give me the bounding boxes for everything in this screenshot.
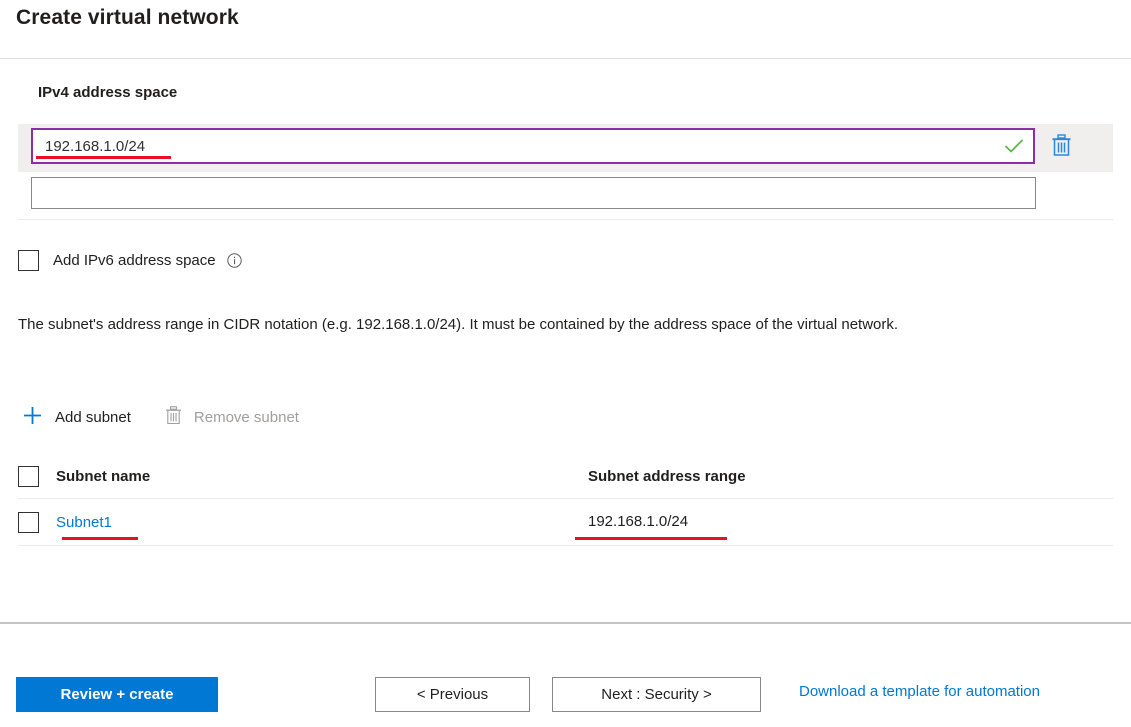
- column-subnet-name: Subnet name: [18, 466, 588, 487]
- annotation-underline-subnet-range: [575, 537, 727, 540]
- ipv4-address-space-label: IPv4 address space: [38, 84, 178, 101]
- page-title: Create virtual network: [16, 6, 239, 29]
- table-row[interactable]: Subnet1 192.168.1.0/24: [18, 499, 1113, 546]
- column-header-subnet-address-range: Subnet address range: [588, 467, 746, 485]
- row-subnet-range-cell: 192.168.1.0/24: [588, 513, 1113, 531]
- column-header-subnet-name: Subnet name: [56, 468, 151, 485]
- subnet-command-bar: Add subnet Remove subnet: [22, 405, 299, 430]
- delete-address-space-button[interactable]: [1046, 132, 1076, 162]
- row-select-checkbox[interactable]: [18, 511, 39, 533]
- subnet-table: Subnet name Subnet address range Subnet1…: [18, 455, 1113, 546]
- column-subnet-address-range: Subnet address range: [588, 468, 1113, 486]
- subnet-name-link[interactable]: Subnet1: [56, 514, 112, 531]
- remove-subnet-label: Remove subnet: [193, 409, 299, 426]
- add-ipv6-address-space-row[interactable]: Add IPv6 address space: [18, 250, 242, 271]
- add-subnet-button[interactable]: Add subnet: [22, 405, 131, 430]
- trash-icon: [1051, 134, 1072, 160]
- download-template-link[interactable]: Download a template for automation: [799, 683, 1040, 700]
- review-create-button[interactable]: Review + create: [16, 677, 218, 712]
- address-space-divider: [18, 219, 1113, 220]
- footer-divider: [0, 622, 1131, 624]
- next-security-button[interactable]: Next : Security >: [552, 677, 761, 712]
- add-ipv6-label: Add IPv6 address space: [53, 252, 216, 269]
- subnet-description-text: The subnet's address range in CIDR notat…: [18, 316, 899, 333]
- address-space-input[interactable]: [33, 130, 1001, 162]
- check-icon: [1001, 130, 1027, 162]
- subnet-table-header: Subnet name Subnet address range: [18, 455, 1113, 499]
- annotation-underline-subnet-name: [62, 537, 138, 540]
- address-space-input-container[interactable]: [31, 128, 1035, 164]
- previous-button[interactable]: < Previous: [375, 677, 530, 712]
- subnet-address-range-value: 192.168.1.0/24: [588, 513, 689, 530]
- row-subnet-name-cell: Subnet1: [18, 511, 588, 533]
- info-icon[interactable]: [226, 253, 242, 268]
- remove-subnet-button[interactable]: Remove subnet: [165, 406, 299, 429]
- address-space-input-empty[interactable]: [32, 178, 1035, 208]
- select-all-checkbox[interactable]: [18, 466, 39, 487]
- header-divider: [0, 58, 1131, 59]
- address-space-input-empty-container[interactable]: [31, 177, 1036, 209]
- add-subnet-label: Add subnet: [55, 409, 131, 426]
- annotation-underline-address-space: [36, 156, 171, 159]
- trash-icon: [165, 406, 182, 429]
- add-ipv6-checkbox[interactable]: [18, 250, 39, 271]
- plus-icon: [22, 405, 43, 430]
